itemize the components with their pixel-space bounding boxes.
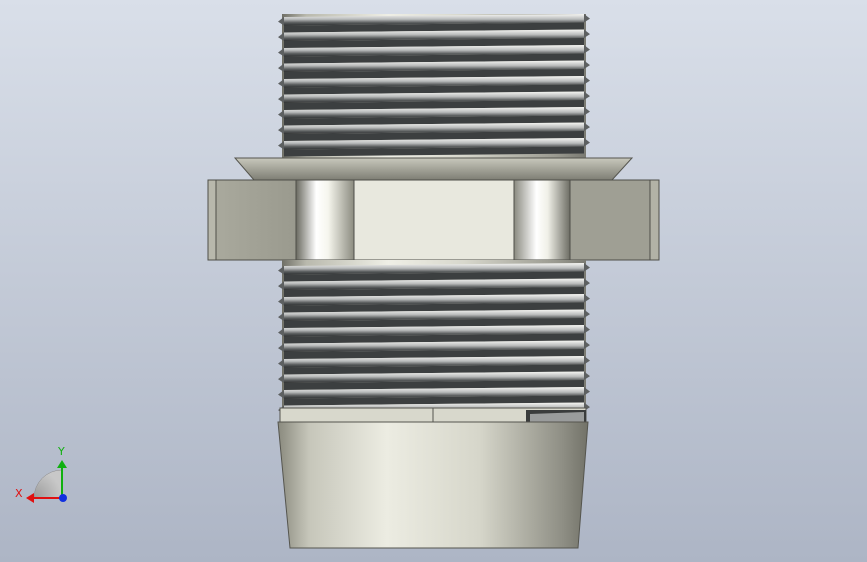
triad-x-label: X <box>15 487 23 500</box>
flange-washer <box>233 157 634 181</box>
tapered-base <box>277 421 589 549</box>
triad-y-label: Y <box>57 445 65 458</box>
lower-thread[interactable] <box>278 260 590 421</box>
hex-nut[interactable] <box>207 179 660 261</box>
graphics-viewport[interactable]: X Y <box>0 0 867 562</box>
upper-thread[interactable] <box>278 14 590 158</box>
z-axis-dot-icon <box>59 494 67 502</box>
